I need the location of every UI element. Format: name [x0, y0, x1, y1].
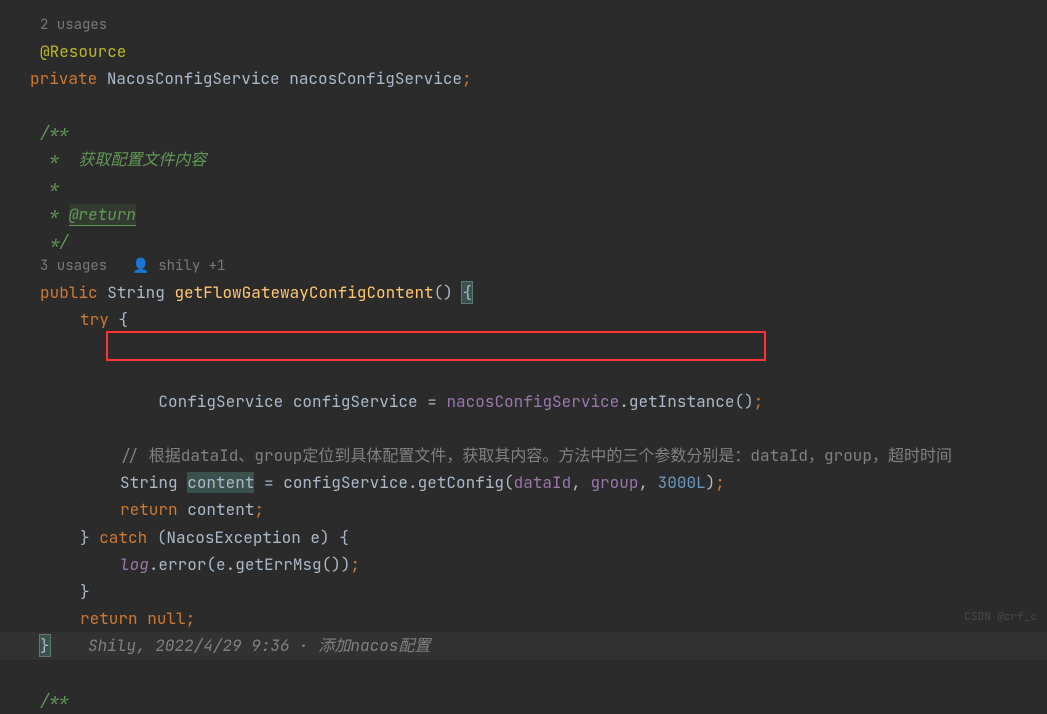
- javadoc-empty[interactable]: *: [0, 174, 1047, 201]
- content-var: content: [187, 472, 254, 493]
- return-content-line[interactable]: return content;: [0, 496, 1047, 523]
- getconfig-line[interactable]: String content = configService.getConfig…: [0, 469, 1047, 496]
- author-name: shily +1: [158, 257, 225, 275]
- resource-annotation: @Resource: [40, 41, 126, 62]
- javadoc2-open[interactable]: /**: [0, 687, 1047, 714]
- commit-annotation: Shily, 2022/4/29 9:36 · 添加nacos配置: [88, 635, 430, 656]
- usage-hint-2[interactable]: 3 usages 👤 shily +1: [0, 255, 1047, 279]
- javadoc-close[interactable]: */: [0, 228, 1047, 255]
- config-service-line[interactable]: ConfigService configService = nacosConfi…: [0, 333, 1047, 442]
- comment-line[interactable]: // 根据dataId、group定位到具体配置文件，获取其内容。方法中的三个参…: [0, 442, 1047, 469]
- annotation-line[interactable]: @Resource: [0, 38, 1047, 65]
- code-editor-viewport[interactable]: 2 usages @Resource private NacosConfigSe…: [0, 0, 1047, 714]
- blank-line: [0, 92, 1047, 119]
- watermark: CSDN @crf_c: [964, 608, 1037, 627]
- javadoc-desc[interactable]: * 获取配置文件内容: [0, 146, 1047, 173]
- brace-close: }: [40, 635, 50, 656]
- log-error-line[interactable]: log.error(e.getErrMsg());: [0, 551, 1047, 578]
- javadoc-return[interactable]: * @return: [0, 201, 1047, 228]
- usage-hint[interactable]: 2 usages: [0, 14, 1047, 38]
- highlight-box: [106, 331, 766, 361]
- method-signature[interactable]: public String getFlowGatewayConfigConten…: [0, 279, 1047, 306]
- author-icon: 👤: [132, 257, 149, 275]
- field-declaration[interactable]: private NacosConfigService nacosConfigSe…: [0, 65, 1047, 92]
- brace-open: {: [462, 282, 472, 303]
- return-null-line[interactable]: return null;: [0, 605, 1047, 632]
- catch-line[interactable]: } catch (NacosException e) {: [0, 524, 1047, 551]
- catch-close[interactable]: }: [0, 578, 1047, 605]
- javadoc-open[interactable]: /**: [0, 119, 1047, 146]
- return-tag: @return: [69, 204, 136, 226]
- try-line[interactable]: try {: [0, 306, 1047, 333]
- method-close-line[interactable]: } Shily, 2022/4/29 9:36 · 添加nacos配置: [0, 632, 1047, 659]
- blank-line-2: [0, 660, 1047, 687]
